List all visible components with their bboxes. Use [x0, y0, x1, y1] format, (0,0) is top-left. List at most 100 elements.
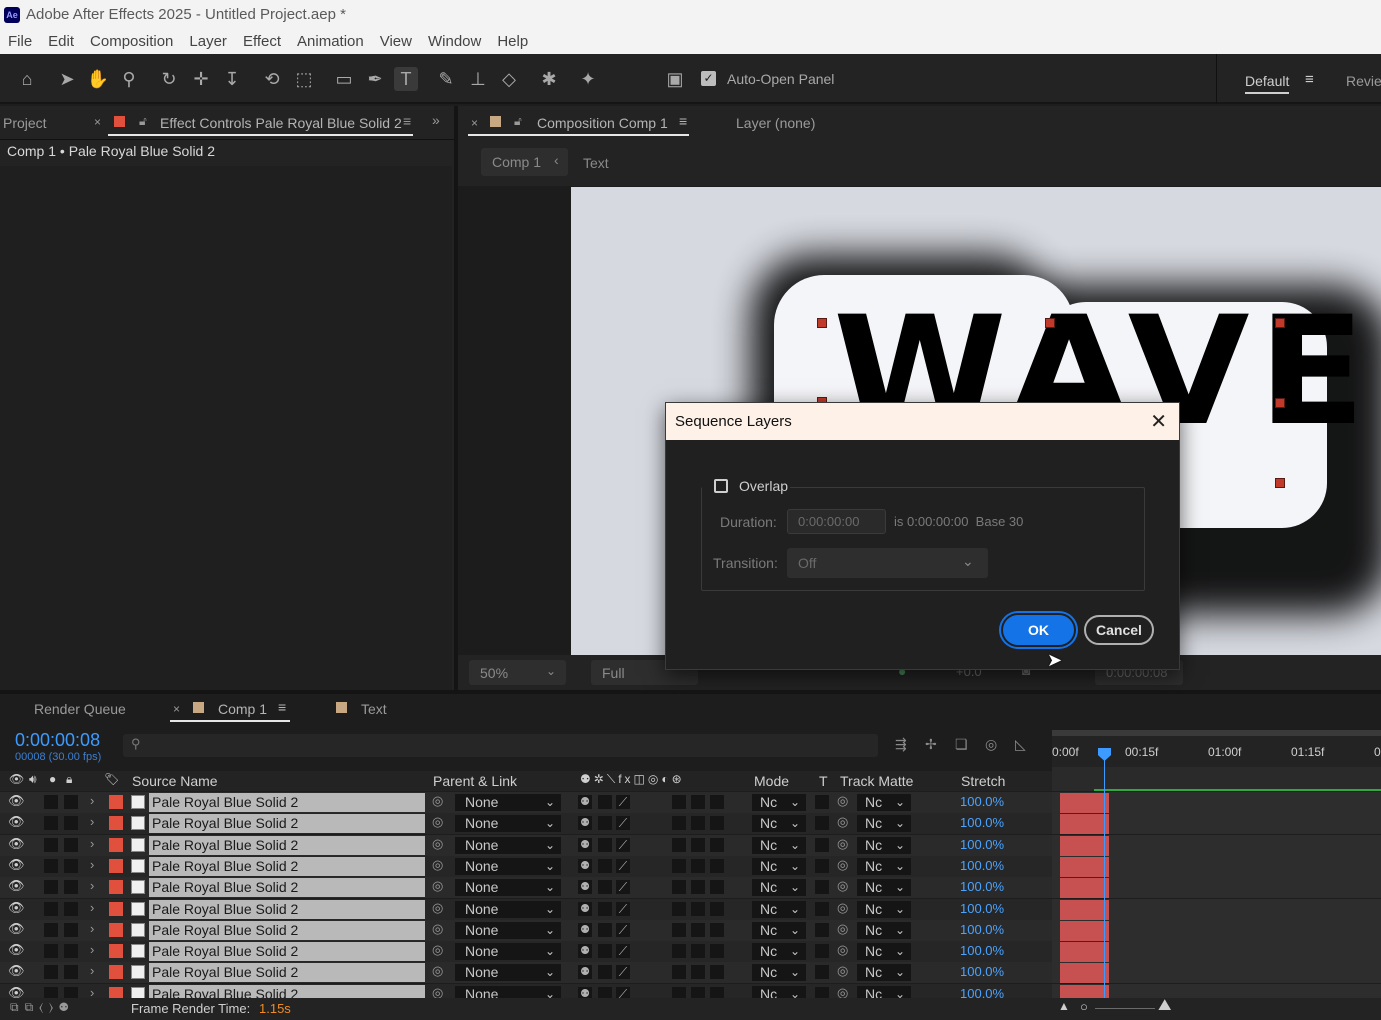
close-tab-icon[interactable]: × — [94, 115, 101, 129]
expand-chevron-icon[interactable]: › — [90, 900, 94, 915]
graph-editor-icon[interactable]: ◺ — [1015, 736, 1026, 753]
visibility-eye-icon[interactable]: 👁︎ — [8, 793, 25, 809]
switch-box[interactable] — [691, 858, 705, 873]
pen-tool-icon[interactable]: ✒ — [363, 67, 387, 91]
pickwhip-icon[interactable]: ◎ — [432, 900, 443, 916]
transition-select[interactable]: Off ⌄ — [787, 548, 988, 578]
switch-box[interactable] — [710, 880, 724, 895]
stretch-value[interactable]: 100.0% — [960, 901, 1004, 916]
expand-chevron-icon[interactable]: › — [90, 836, 94, 851]
collapse-switch[interactable] — [598, 816, 612, 831]
matte-pickwhip-icon[interactable]: ◎ — [837, 963, 848, 979]
quality-switch[interactable]: ⟋ — [616, 922, 630, 937]
matte-pickwhip-icon[interactable]: ◎ — [837, 793, 848, 809]
time-nav-bar[interactable] — [1052, 767, 1381, 791]
rectangle-tool-icon[interactable]: ▭ — [332, 67, 356, 91]
layer-name[interactable]: Pale Royal Blue Solid 2 — [149, 878, 425, 898]
switch-box[interactable] — [672, 816, 686, 831]
preserve-transparency-toggle[interactable] — [815, 795, 829, 809]
lock-toggle[interactable] — [64, 922, 78, 937]
layer-row[interactable]: 👁︎ › Pale Royal Blue Solid 2 ◎ None ⌄ ⚉ ⟋ Nc ⌄ ◎ Nc… — [0, 898, 1381, 920]
switch-box[interactable] — [672, 858, 686, 873]
switch-box[interactable] — [672, 965, 686, 980]
layer-row[interactable]: 👁︎ › Pale Royal Blue Solid 2 ◎ None ⌄ ⚉ ⟋ Nc ⌄ ◎ Nc… — [0, 834, 1381, 856]
zoom-in-icon[interactable]: ⛰︎ — [1158, 997, 1171, 1015]
playhead-line[interactable] — [1104, 752, 1105, 1000]
layer-duration-bar[interactable] — [1060, 899, 1109, 920]
puppet-pin-icon[interactable]: ✦ — [576, 67, 600, 91]
tab-project[interactable]: Project — [3, 115, 47, 131]
stretch-value[interactable]: 100.0% — [960, 837, 1004, 852]
layer-label-swatch[interactable] — [109, 837, 123, 852]
matte-pickwhip-icon[interactable]: ◎ — [837, 878, 848, 894]
tab-render-queue[interactable]: Render Queue — [34, 701, 126, 717]
lock-toggle[interactable] — [64, 795, 78, 809]
pickwhip-icon[interactable]: ◎ — [432, 857, 443, 873]
close-comp-tab-icon[interactable]: × — [471, 116, 478, 130]
auto-open-checkbox[interactable]: ✓ — [701, 71, 716, 86]
menu-edit[interactable]: Edit — [40, 33, 82, 50]
quality-switch[interactable]: ⟋ — [616, 965, 630, 980]
visibility-eye-icon[interactable]: 👁︎ — [8, 857, 25, 873]
switch-box[interactable] — [672, 901, 686, 916]
panel-icon[interactable]: ▣ — [663, 67, 687, 91]
mode-select[interactable]: Nc ⌄ — [752, 879, 806, 897]
shy-switch[interactable]: ⚉ — [578, 795, 592, 809]
mode-select[interactable]: Nc ⌄ — [752, 815, 806, 833]
collapse-switch[interactable] — [598, 837, 612, 852]
layer-label-swatch[interactable] — [109, 816, 123, 831]
shy-switch[interactable]: ⚉ — [578, 922, 592, 937]
track-matte-select[interactable]: Nc ⌄ — [857, 943, 911, 961]
layer-name[interactable]: Pale Royal Blue Solid 2 — [149, 899, 425, 919]
dolly-tool-icon[interactable]: ↧ — [220, 67, 244, 91]
switch-box[interactable] — [691, 816, 705, 831]
stretch-value[interactable]: 100.0% — [960, 858, 1004, 873]
bbox-handle[interactable] — [817, 318, 827, 328]
preserve-transparency-toggle[interactable] — [815, 816, 829, 831]
menu-effect[interactable]: Effect — [235, 33, 289, 50]
motion-blur-icon[interactable]: ◎ — [985, 736, 997, 753]
solo-toggle[interactable] — [44, 880, 58, 895]
mode-select[interactable]: Nc ⌄ — [752, 836, 806, 854]
selection-tool-icon[interactable]: ➤ — [55, 67, 79, 91]
matte-pickwhip-icon[interactable]: ◎ — [837, 942, 848, 958]
workspace-menu-icon[interactable]: ≡ — [1305, 71, 1314, 88]
switch-box[interactable] — [691, 922, 705, 937]
zoom-tool-icon[interactable]: ⚲ — [117, 67, 141, 91]
switch-box[interactable] — [691, 944, 705, 959]
bbox-handle[interactable] — [1275, 478, 1285, 488]
expand-chevron-icon[interactable]: › — [90, 857, 94, 872]
menu-view[interactable]: View — [372, 33, 420, 50]
nav-comp-button[interactable]: Comp 1 ‹ — [481, 148, 568, 176]
lock-toggle[interactable] — [64, 837, 78, 852]
switch-box[interactable] — [710, 837, 724, 852]
expand-chevron-icon[interactable]: › — [90, 963, 94, 978]
panel-menu-icon[interactable]: ≡ — [403, 113, 411, 129]
quality-switch[interactable]: ⟋ — [616, 795, 630, 809]
layer-name[interactable]: Pale Royal Blue Solid 2 — [149, 856, 425, 876]
mode-select[interactable]: Nc ⌄ — [752, 900, 806, 918]
shy-switch[interactable]: ⚉ — [578, 837, 592, 852]
workspace-review[interactable]: Review — [1346, 73, 1381, 89]
collapse-switch[interactable] — [598, 944, 612, 959]
matte-pickwhip-icon[interactable]: ◎ — [837, 836, 848, 852]
timeline-timecode[interactable]: 0:00:00:08 — [15, 730, 100, 751]
collapse-switch[interactable] — [598, 965, 612, 980]
visibility-eye-icon[interactable]: 👁︎ — [8, 836, 25, 852]
lock-toggle[interactable] — [64, 944, 78, 959]
layer-row[interactable]: 👁︎ › Pale Royal Blue Solid 2 ◎ None ⌄ ⚉ ⟋ Nc ⌄ ◎ Nc… — [0, 919, 1381, 941]
menu-window[interactable]: Window — [420, 33, 489, 50]
menu-animation[interactable]: Animation — [289, 33, 372, 50]
track-matte-select[interactable]: Nc ⌄ — [857, 836, 911, 854]
layer-label-swatch[interactable] — [109, 795, 123, 809]
mode-select[interactable]: Nc ⌄ — [752, 857, 806, 875]
expand-chevron-icon[interactable]: › — [90, 793, 94, 808]
overlap-checkbox[interactable] — [714, 479, 728, 493]
menu-help[interactable]: Help — [489, 33, 536, 50]
stretch-value[interactable]: 100.0% — [960, 794, 1004, 809]
solo-toggle[interactable] — [44, 858, 58, 873]
switch-box[interactable] — [710, 816, 724, 831]
layer-row[interactable]: 👁︎ › Pale Royal Blue Solid 2 ◎ None ⌄ ⚉ ⟋ Nc ⌄ ◎ Nc… — [0, 877, 1381, 899]
tab-layer[interactable]: Layer (none) — [736, 115, 815, 131]
pickwhip-icon[interactable]: ◎ — [432, 878, 443, 894]
